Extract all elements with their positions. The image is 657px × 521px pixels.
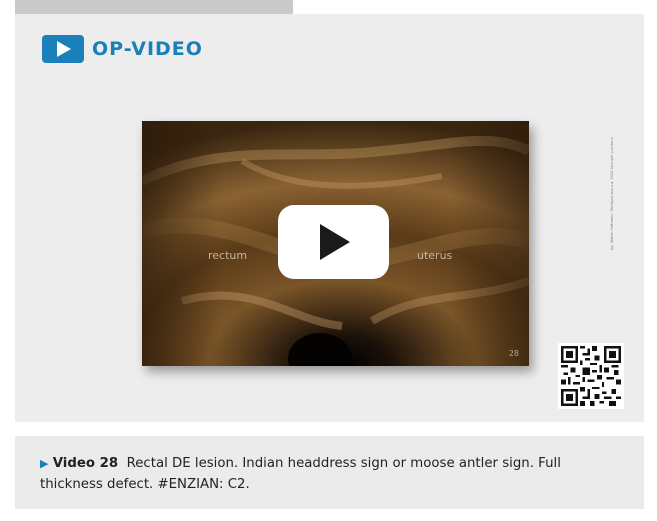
top-divider-bar [15, 0, 293, 14]
caption-video-label: Video 28 [52, 456, 119, 471]
caption-text: Rectal DE lesion. Indian headdress sign … [40, 456, 561, 492]
video-player[interactable]: rectum uterus 28 [142, 121, 529, 366]
caption-marker-icon: ▶ [40, 457, 49, 470]
op-video-title: OP-VIDEO [92, 38, 203, 60]
op-video-header: OP-VIDEO [42, 35, 203, 63]
label-rectum: rectum [208, 249, 248, 262]
qr-code-icon[interactable] [558, 343, 624, 409]
video-caption: ▶ Video 28 Rectal DE lesion. Indian head… [15, 436, 644, 509]
copyright-text: (Ig. Walter Hoffmann, Stuttgart aus u.a.… [610, 136, 614, 250]
play-button[interactable] [278, 205, 389, 279]
play-icon [319, 224, 350, 260]
video-corner-number: 28 [508, 349, 519, 358]
play-icon [42, 35, 84, 63]
label-uterus: uterus [417, 249, 453, 262]
